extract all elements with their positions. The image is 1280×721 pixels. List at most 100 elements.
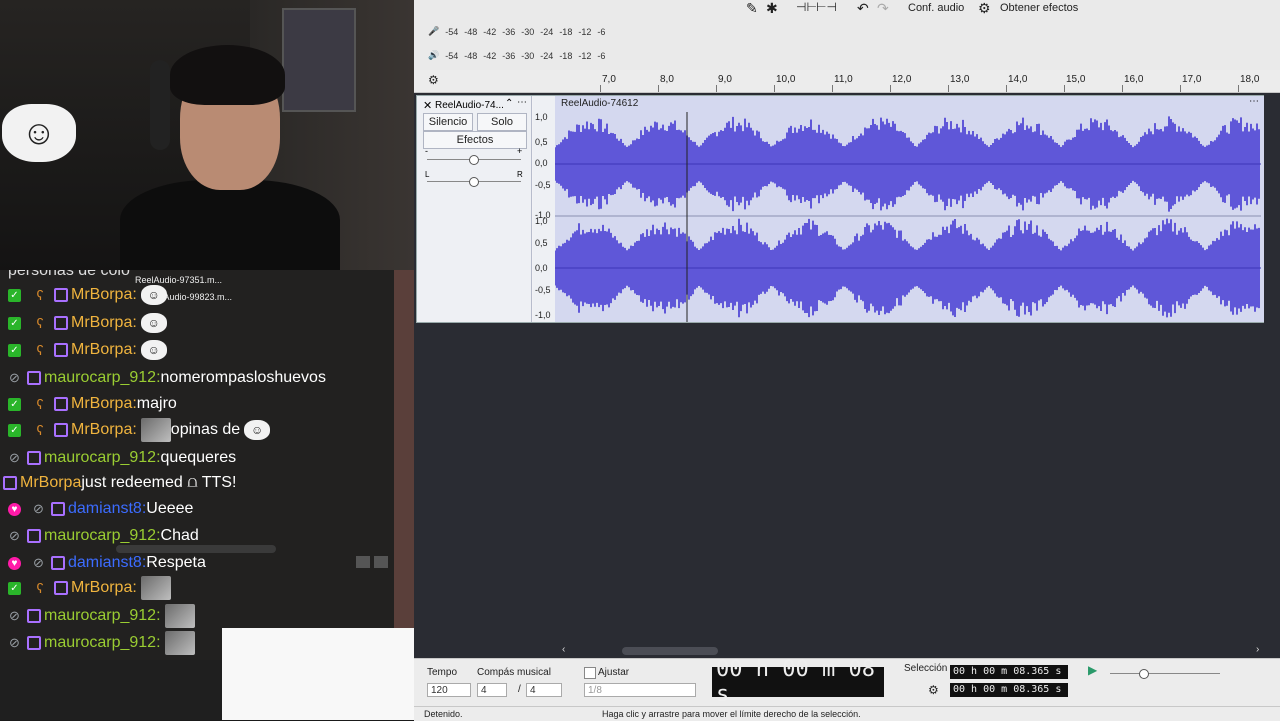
tempo-label: Tempo bbox=[427, 667, 458, 678]
pan-slider-thumb[interactable] bbox=[469, 177, 479, 187]
waveform-graphic bbox=[555, 112, 1261, 322]
get-effects-icon: ⚙ bbox=[978, 0, 991, 16]
audio-track[interactable]: ✕ ReelAudio-74... ⌃ ⋯ Silencio Solo Efec… bbox=[416, 95, 1266, 323]
amplitude-tick-label: -1,0 bbox=[535, 310, 551, 320]
chat-username[interactable]: MrBorpa: bbox=[71, 341, 137, 359]
microphone-icon: 🎤 bbox=[428, 26, 440, 36]
chat-username[interactable]: damianst8: bbox=[68, 554, 146, 572]
gain-slider-thumb[interactable] bbox=[469, 155, 479, 165]
clip-menu-icon[interactable]: ⋯ bbox=[1249, 96, 1259, 107]
chat-message: ⊘ maurocarp_912: bbox=[0, 630, 195, 656]
selection-start-field[interactable]: 00 h 00 m 08.365 s bbox=[950, 665, 1068, 679]
horizontal-scrollbar[interactable]: ‹ › bbox=[414, 644, 1280, 658]
chat-username[interactable]: MrBorpa bbox=[20, 474, 81, 492]
tempo-input[interactable]: 120 bbox=[427, 683, 471, 697]
lower-left-area bbox=[0, 628, 414, 720]
timeline-options-icon[interactable]: ⚙ bbox=[428, 73, 439, 87]
snap-label: Ajustar bbox=[598, 667, 630, 678]
redo-icon[interactable]: ↷ bbox=[877, 0, 889, 17]
track-menu-icon[interactable]: ⋯ bbox=[517, 97, 527, 108]
effects-button[interactable]: Efectos bbox=[423, 131, 527, 149]
waveform-area[interactable]: ReelAudio-74612 ⋯ bbox=[555, 96, 1265, 322]
snap-select[interactable]: 1/8 bbox=[584, 683, 696, 697]
chat-username[interactable]: damianst8: bbox=[68, 500, 146, 518]
timeline-ruler[interactable]: ⚙ 7,0 8,0 9,0 10,0 11,0 12,0 13,0 14,0 15,0 16,0 1… bbox=[414, 70, 1280, 93]
chat-username[interactable]: maurocarp_912: bbox=[44, 634, 161, 652]
track-name[interactable]: ReelAudio-74... bbox=[435, 100, 504, 111]
subscriber-badge-icon: ✓ bbox=[8, 581, 21, 595]
chat-username[interactable]: MrBorpa: bbox=[71, 579, 137, 597]
twitch-badge-icon bbox=[54, 397, 68, 411]
muted-badge-icon: ⊘ bbox=[33, 555, 44, 570]
chat-username[interactable]: MrBorpa: bbox=[71, 314, 137, 332]
image-emote bbox=[164, 604, 195, 628]
scroll-left-icon[interactable]: ‹ bbox=[562, 644, 565, 655]
collapse-track-icon[interactable]: ⌃ bbox=[505, 98, 513, 109]
twitch-badge-icon bbox=[54, 423, 68, 437]
get-effects-button[interactable]: Obtener efectos bbox=[1000, 2, 1078, 14]
ruler-tick-label: 18,0 bbox=[1240, 74, 1260, 85]
amplitude-tick-label: 0,0 bbox=[535, 263, 548, 273]
close-track-icon[interactable]: ✕ bbox=[423, 99, 432, 112]
chat-username[interactable]: maurocarp_912: bbox=[44, 527, 161, 545]
silence-icon[interactable]: ⊢⊣ bbox=[816, 0, 837, 14]
vertical-scrollbar[interactable] bbox=[1264, 95, 1278, 640]
time-signature-numerator[interactable]: 4 bbox=[477, 683, 507, 697]
subscriber-badge-icon: ✓ bbox=[8, 316, 21, 330]
multi-tool-icon[interactable]: ✱ bbox=[766, 0, 778, 17]
ruler-tick-mark bbox=[1180, 85, 1181, 92]
play-speed-thumb[interactable] bbox=[1139, 669, 1149, 679]
undo-icon[interactable]: ↶ bbox=[857, 0, 869, 17]
selection-end-field[interactable]: 00 h 00 m 08.365 s bbox=[950, 683, 1068, 697]
status-bar: Detenido. Haga clic y arrastre para move… bbox=[414, 706, 1280, 721]
draw-tool-icon[interactable]: ✎ bbox=[746, 0, 758, 17]
snap-checkbox[interactable] bbox=[584, 667, 596, 679]
gain-minus-label: - bbox=[425, 146, 428, 156]
time-signature-denominator[interactable]: 4 bbox=[526, 683, 562, 697]
chat-username[interactable]: maurocarp_912: bbox=[44, 607, 161, 625]
chat-message: ⊘ maurocarp_912: nomerompasloshuevos bbox=[0, 365, 326, 391]
ruler-tick-mark bbox=[1238, 85, 1239, 92]
selection-settings-icon[interactable]: ⚙ bbox=[928, 683, 939, 697]
chat-username[interactable]: maurocarp_912: bbox=[44, 369, 161, 387]
twitch-badge-icon bbox=[27, 609, 41, 623]
time-signature-slash: / bbox=[518, 684, 521, 695]
muted-badge-icon: ⊘ bbox=[9, 370, 20, 385]
play-at-speed-icon[interactable]: ▶ bbox=[1088, 663, 1097, 677]
ruler-tick-label: 11,0 bbox=[834, 74, 853, 85]
bottom-toolbar: Tempo 120 Compás musical 4 / 4 Ajustar 1… bbox=[414, 657, 1280, 707]
gain-plus-label: + bbox=[517, 146, 523, 156]
chat-text: Ueeee bbox=[146, 500, 194, 517]
twitch-badge-icon bbox=[3, 476, 17, 490]
chat-pause-icon[interactable] bbox=[356, 556, 370, 568]
chat-username[interactable]: MrBorpa: bbox=[71, 286, 137, 304]
record-meter[interactable]: 🎤 -54 -48 -42 -36 -30 -24 -18 -12 -6 bbox=[428, 26, 611, 37]
chat-username[interactable]: MrBorpa: bbox=[71, 421, 137, 439]
play-speed-slider[interactable] bbox=[1110, 673, 1220, 674]
bear-badge-icon: ʕ bbox=[36, 287, 44, 303]
silence-button[interactable]: Silencio bbox=[423, 113, 473, 131]
stream-chat: personas de colo ReelAudio-97351.m... Re… bbox=[0, 270, 414, 660]
horizontal-scroll-thumb[interactable] bbox=[622, 647, 718, 655]
chat-username[interactable]: MrBorpa: bbox=[71, 395, 137, 413]
conf-audio-button[interactable]: Conf. audio bbox=[908, 2, 964, 14]
chat-text: opinas de bbox=[170, 421, 241, 438]
scroll-right-icon[interactable]: › bbox=[1256, 644, 1259, 655]
trim-icon[interactable]: ⊣⊢ bbox=[796, 0, 817, 14]
ruler-tick-label: 16,0 bbox=[1124, 74, 1144, 85]
clip-header[interactable]: ReelAudio-74612 bbox=[555, 96, 1265, 112]
twitch-badge-icon bbox=[51, 502, 65, 516]
twitch-badge-icon bbox=[54, 343, 68, 357]
image-emote bbox=[164, 631, 195, 655]
twitch-badge-icon bbox=[27, 371, 41, 385]
solo-button[interactable]: Solo bbox=[477, 113, 527, 131]
chat-settings-icon[interactable] bbox=[374, 556, 388, 568]
chat-username[interactable]: maurocarp_912: bbox=[44, 449, 161, 467]
chat-scrollbar[interactable] bbox=[116, 545, 276, 553]
ruler-tick-mark bbox=[1122, 85, 1123, 92]
playback-meter[interactable]: 🔊 -54 -48 -42 -36 -30 -24 -18 -12 -6 bbox=[428, 50, 611, 61]
ruler-tick-mark bbox=[832, 85, 833, 92]
ruler-tick-label: 7,0 bbox=[602, 74, 616, 85]
time-display[interactable]: 00 h 00 m 08 s bbox=[712, 657, 884, 707]
time-signature-label: Compás musical bbox=[477, 667, 551, 678]
